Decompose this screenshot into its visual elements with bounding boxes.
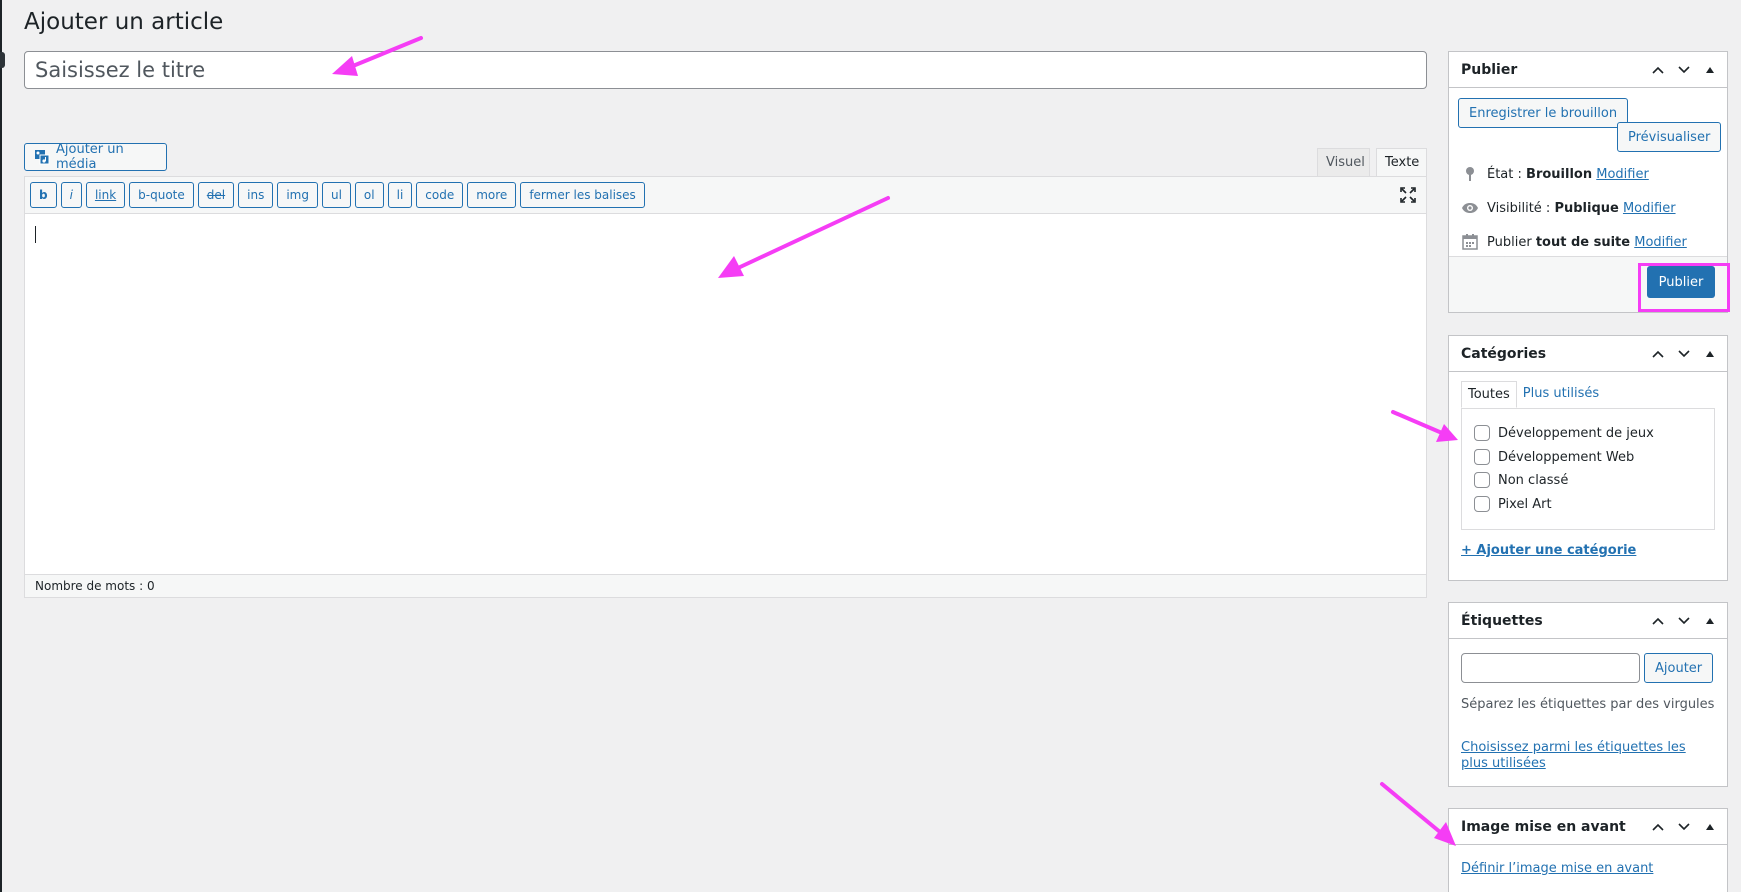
move-up-icon[interactable] bbox=[1647, 59, 1669, 81]
pin-icon bbox=[1461, 165, 1479, 183]
move-down-icon[interactable] bbox=[1673, 610, 1695, 632]
edit-status-link[interactable]: Modifier bbox=[1596, 167, 1649, 182]
quicktag-close-tags-button[interactable]: fermer les balises bbox=[520, 182, 645, 208]
categories-box-header[interactable]: Catégories bbox=[1449, 336, 1727, 372]
word-count: Nombre de mots : 0 bbox=[25, 574, 1426, 597]
featured-image-box-title: Image mise en avant bbox=[1461, 818, 1626, 835]
tags-box: Étiquettes Ajouter Séparez les étiquette… bbox=[1448, 602, 1728, 787]
quicktag-code-button[interactable]: code bbox=[416, 182, 464, 208]
quicktag-img-button[interactable]: img bbox=[277, 182, 318, 208]
status-value: Brouillon bbox=[1526, 166, 1593, 182]
tab-text[interactable]: Texte bbox=[1376, 148, 1427, 178]
category-item[interactable]: Développement de jeux bbox=[1474, 425, 1654, 441]
save-draft-button[interactable]: Enregistrer le brouillon bbox=[1458, 98, 1629, 128]
box-controls bbox=[1647, 52, 1721, 88]
category-tabs: Toutes Plus utilisés bbox=[1461, 381, 1605, 408]
move-down-icon[interactable] bbox=[1673, 59, 1695, 81]
featured-image-box-header[interactable]: Image mise en avant bbox=[1449, 809, 1727, 845]
quicktag-del-button[interactable]: del bbox=[197, 182, 235, 208]
category-checkbox[interactable] bbox=[1474, 449, 1490, 465]
quicktags-toolbar: b i link b-quote del ins img ul ol li co… bbox=[25, 177, 1426, 214]
category-label: Pixel Art bbox=[1498, 496, 1552, 512]
sidebar-collapse-handle[interactable] bbox=[0, 52, 5, 68]
eye-icon bbox=[1461, 199, 1479, 217]
category-item[interactable]: Non classé bbox=[1474, 472, 1568, 488]
tab-all-categories[interactable]: Toutes bbox=[1461, 381, 1517, 408]
quicktag-more-button[interactable]: more bbox=[467, 182, 517, 208]
calendar-icon bbox=[1461, 233, 1479, 251]
category-label: Développement de jeux bbox=[1498, 425, 1654, 441]
choose-tags-link[interactable]: Choisissez parmi les étiquettes les plus… bbox=[1461, 740, 1711, 772]
categories-box-title: Catégories bbox=[1461, 345, 1547, 362]
fullscreen-icon[interactable] bbox=[1400, 187, 1416, 203]
preview-button[interactable]: Prévisualiser bbox=[1617, 122, 1722, 152]
category-checkbox[interactable] bbox=[1474, 472, 1490, 488]
tab-most-used-categories[interactable]: Plus utilisés bbox=[1517, 381, 1605, 408]
collapse-toggle-icon[interactable] bbox=[1699, 610, 1721, 632]
quicktag-blockquote-button[interactable]: b-quote bbox=[129, 182, 194, 208]
tags-box-title: Étiquettes bbox=[1461, 612, 1543, 629]
quicktag-ul-button[interactable]: ul bbox=[321, 182, 351, 208]
editor-textarea[interactable] bbox=[25, 214, 1426, 574]
page-title: Ajouter un article bbox=[24, 9, 224, 35]
category-list: Développement de jeux Développement Web … bbox=[1461, 408, 1715, 530]
category-label: Non classé bbox=[1498, 472, 1569, 488]
move-up-icon[interactable] bbox=[1647, 610, 1669, 632]
category-label: Développement Web bbox=[1498, 449, 1635, 465]
quicktag-bold-button[interactable]: b bbox=[30, 182, 57, 208]
move-up-icon[interactable] bbox=[1647, 816, 1669, 838]
collapse-toggle-icon[interactable] bbox=[1699, 59, 1721, 81]
add-media-label: Ajouter un média bbox=[56, 142, 124, 172]
collapse-toggle-icon[interactable] bbox=[1699, 816, 1721, 838]
quicktag-li-button[interactable]: li bbox=[387, 182, 413, 208]
categories-box: Catégories Toutes Plus utilisés Développ… bbox=[1448, 335, 1728, 581]
publish-box-title: Publier bbox=[1461, 61, 1518, 78]
publish-box-header[interactable]: Publier bbox=[1449, 52, 1727, 88]
add-media-button[interactable]: Ajouter un média bbox=[24, 142, 167, 172]
schedule-label: Publier bbox=[1487, 234, 1536, 250]
quicktag-ins-button[interactable]: ins bbox=[238, 182, 274, 208]
featured-image-box: Image mise en avant Définir l’image mise… bbox=[1448, 808, 1728, 892]
media-icon bbox=[34, 149, 50, 165]
tags-hint: Séparez les étiquettes par des virgules bbox=[1461, 697, 1715, 712]
collapse-toggle-icon[interactable] bbox=[1699, 343, 1721, 365]
featured-arrow-icon bbox=[1380, 782, 1442, 834]
text-editor: b i link b-quote del ins img ul ol li co… bbox=[24, 176, 1427, 598]
box-controls bbox=[1647, 603, 1721, 639]
tags-box-header[interactable]: Étiquettes bbox=[1449, 603, 1727, 639]
category-checkbox[interactable] bbox=[1474, 496, 1490, 512]
box-controls bbox=[1647, 809, 1721, 845]
quicktag-ol-button[interactable]: ol bbox=[354, 182, 384, 208]
box-controls bbox=[1647, 336, 1721, 372]
add-tag-button[interactable]: Ajouter bbox=[1644, 653, 1714, 683]
admin-sidebar-edge bbox=[0, 0, 2, 892]
quicktag-link-button[interactable]: link bbox=[85, 182, 126, 208]
text-caret bbox=[35, 226, 36, 243]
post-status-row: État : Brouillon Modifier bbox=[1461, 165, 1649, 183]
publish-annotation-box bbox=[1638, 263, 1730, 312]
category-checkbox[interactable] bbox=[1474, 425, 1490, 441]
edit-schedule-link[interactable]: Modifier bbox=[1634, 235, 1687, 250]
quicktag-italic-button[interactable]: i bbox=[60, 182, 82, 208]
visibility-row: Visibilité : Publique Modifier bbox=[1461, 199, 1676, 217]
visibility-value: Publique bbox=[1554, 200, 1619, 216]
move-down-icon[interactable] bbox=[1673, 343, 1695, 365]
schedule-value: tout de suite bbox=[1535, 234, 1631, 250]
move-down-icon[interactable] bbox=[1673, 816, 1695, 838]
category-item[interactable]: Développement Web bbox=[1474, 449, 1634, 465]
post-title-input[interactable]: Saisissez le titre bbox=[24, 51, 1427, 89]
schedule-row: Publier tout de suite Modifier bbox=[1461, 233, 1687, 251]
status-label: État : bbox=[1487, 166, 1527, 182]
add-category-link[interactable]: + Ajouter une catégorie bbox=[1461, 543, 1636, 558]
move-up-icon[interactable] bbox=[1647, 343, 1669, 365]
edit-visibility-link[interactable]: Modifier bbox=[1623, 201, 1676, 216]
tab-visual[interactable]: Visuel bbox=[1317, 148, 1370, 177]
category-item[interactable]: Pixel Art bbox=[1474, 496, 1552, 512]
set-featured-image-link[interactable]: Définir l’image mise en avant bbox=[1461, 861, 1653, 876]
visibility-label: Visibilité : bbox=[1487, 200, 1555, 216]
tag-input[interactable] bbox=[1461, 653, 1640, 683]
